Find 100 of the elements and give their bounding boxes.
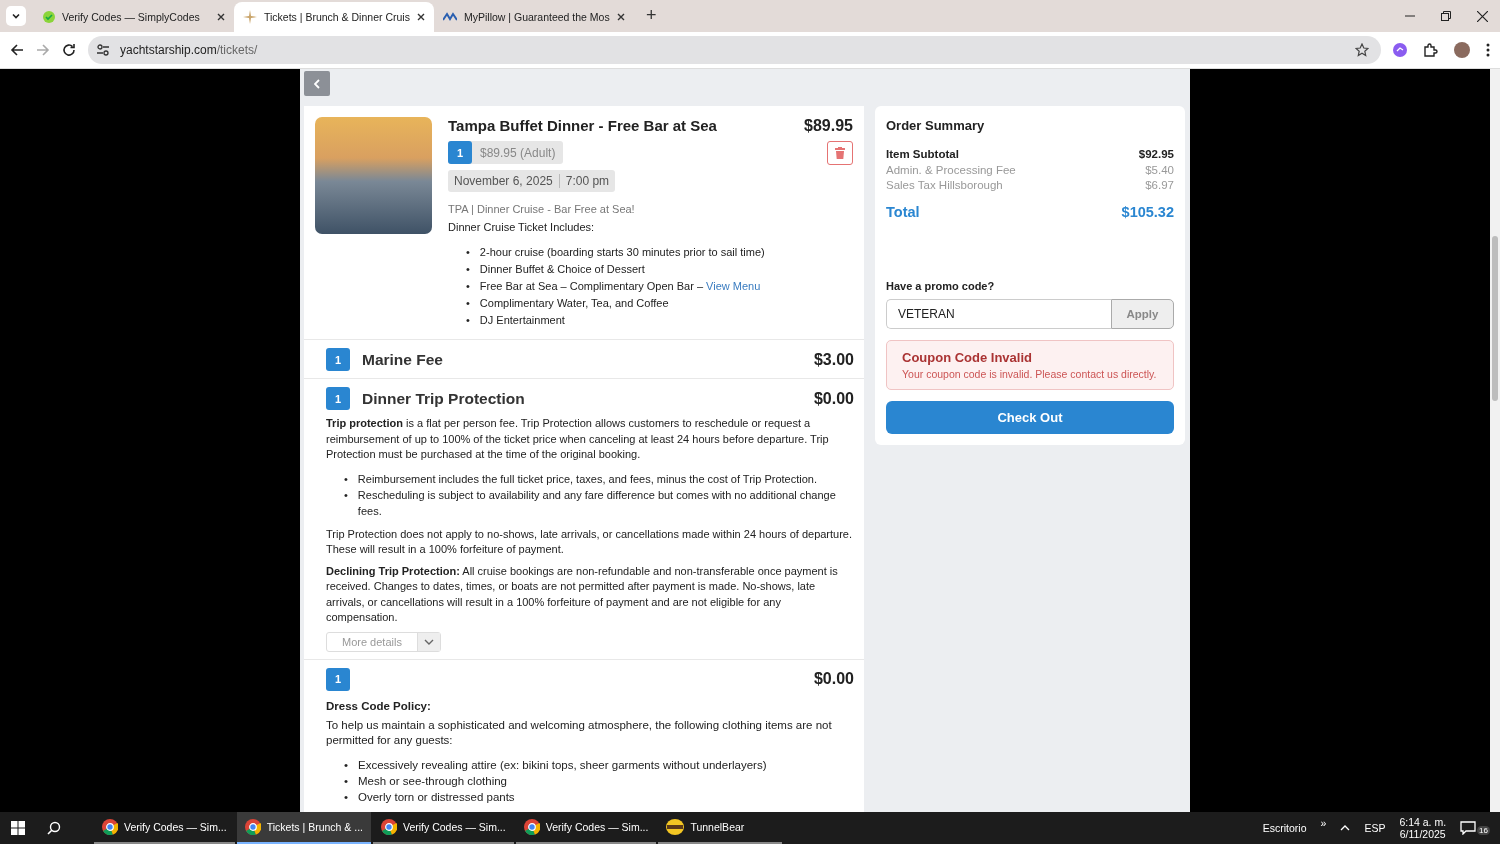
total-label: Total xyxy=(886,203,920,220)
summary-amount: $92.95 xyxy=(1138,147,1174,162)
language-indicator[interactable]: ESP xyxy=(1364,822,1386,834)
chevron-left-icon xyxy=(314,78,320,89)
fee-price: $0.00 xyxy=(813,389,854,408)
fee-name: Marine Fee xyxy=(362,350,443,369)
policy-paragraph: Trip Protection does not apply to no-shows, late arrivals, or cancellations made within 24 hours of departure. These will result in a 100% forfeiture of payment. xyxy=(326,526,854,557)
restore-icon[interactable] xyxy=(1441,11,1451,21)
close-icon[interactable] xyxy=(417,13,425,21)
browser-tab[interactable]: MyPillow | Guaranteed the Mos xyxy=(434,2,634,32)
taskbar-app[interactable]: TunnelBear xyxy=(658,812,783,844)
chrome-icon xyxy=(523,819,540,835)
bullet: • xyxy=(344,471,348,487)
policy-item: Reimbursement includes the full ticket price, taxes, and fees, minus the cost of Trip Protection. xyxy=(357,471,818,487)
taskbar-app[interactable]: Verify Codes — Sim... xyxy=(94,812,235,844)
back-arrow-icon[interactable] xyxy=(10,43,24,57)
included-item: Dinner Buffet & Choice of Dessert xyxy=(479,262,645,277)
overflow-chevron[interactable]: » xyxy=(1320,817,1327,829)
reload-icon[interactable] xyxy=(62,43,76,57)
url-text: yachtstarship.com/tickets/ xyxy=(120,43,258,57)
chevron-down-icon xyxy=(423,638,434,645)
taskbar-app[interactable]: Tickets | Brunch & ... xyxy=(236,812,371,844)
star-icon[interactable] xyxy=(1355,43,1369,57)
puzzle-icon[interactable] xyxy=(1423,42,1438,58)
chrome-icon xyxy=(244,819,261,835)
summary-label: Admin. & Processing Fee xyxy=(886,162,1016,178)
included-item: Complimentary Water, Tea, and Coffee xyxy=(479,296,669,311)
policy-item: Excessively revealing attire (ex: bikini tops, sheer garments without underlayers) xyxy=(358,757,767,773)
bullet: • xyxy=(466,279,470,294)
chrome-icon xyxy=(381,819,397,835)
more-icon[interactable] xyxy=(1486,43,1490,57)
tune-icon[interactable] xyxy=(96,43,110,57)
desktop-label[interactable]: Escritorio xyxy=(1262,822,1307,834)
ticket-quantity[interactable]: 1 $89.95 (Adult) xyxy=(448,141,564,164)
notification-button[interactable]: 16 xyxy=(1460,821,1490,835)
search-icon[interactable] xyxy=(47,821,61,835)
summary-amount: $6.97 xyxy=(1145,178,1174,193)
taskbar-app[interactable]: Verify Codes — Sim... xyxy=(373,812,514,844)
fee-name: Dinner Trip Protection xyxy=(362,389,525,408)
policy-item: Rescheduling is subject to availability and any fare difference but comes with no additional change fees. xyxy=(357,487,837,519)
summary-amount: $5.40 xyxy=(1145,162,1174,178)
browser-tab[interactable]: Tickets | Brunch & Dinner Cruis xyxy=(234,2,434,32)
caret-icon xyxy=(11,11,21,21)
included-item: Free Bar at Sea – Complimentary Open Bar – View Menu xyxy=(479,279,761,294)
item-title: Tampa Buffet Dinner - Free Bar at Sea xyxy=(448,117,717,134)
chat-bubble-icon xyxy=(1460,821,1477,835)
tab-search-button[interactable] xyxy=(6,6,26,26)
included-item: 2-hour cruise (boarding starts 30 minutes prior to sail time) xyxy=(479,245,765,260)
alert-message: Your coupon code is invalid. Please contact us directly. xyxy=(902,367,1158,380)
summary-label: Sales Tax Hillsborough xyxy=(886,178,1003,193)
bullet: • xyxy=(466,313,470,328)
wave-logo-icon xyxy=(443,12,457,22)
close-icon[interactable] xyxy=(617,13,625,21)
bullet: • xyxy=(344,789,349,805)
item-price: $89.95 xyxy=(804,117,853,135)
quantity-badge: 1 xyxy=(326,387,350,410)
quantity-badge: 1 xyxy=(326,348,350,371)
windows-start-icon[interactable] xyxy=(11,821,25,835)
policy-item: Mesh or see-through clothing xyxy=(358,773,507,789)
policy-paragraph: Declining Trip Protection: All cruise bookings are non-refundable and non-transferable once payment is received. Changes to dates, times, or boats are not permitted after payment is made. No-shows, late arrivals, or cancellations will result in a 100% forfeiture of payment and are not eligible for any compensation. xyxy=(326,563,839,625)
bullet: • xyxy=(344,487,348,503)
chrome-icon xyxy=(102,819,118,835)
extension-logo-icon[interactable] xyxy=(1393,43,1407,57)
included-item: DJ Entertainment xyxy=(479,313,565,328)
summary-label: Item Subtotal xyxy=(886,147,959,162)
back-button[interactable] xyxy=(304,71,330,96)
summary-title: Order Summary xyxy=(886,118,986,133)
taskbar-app[interactable]: Verify Codes — Sim... xyxy=(515,812,657,844)
policy-heading: Dress Code Policy: xyxy=(326,699,432,712)
close-icon[interactable] xyxy=(1477,10,1488,22)
item-subtitle: TPA | Dinner Cruise - Bar Free at Sea! xyxy=(448,203,636,215)
policy-paragraph: To help us maintain a sophisticated and welcoming atmosphere, the following clothing items are not permitted for any guests: xyxy=(326,717,833,748)
bullet: • xyxy=(344,757,349,773)
policy-item: Overly torn or distressed pants xyxy=(358,789,515,805)
fee-price: $3.00 xyxy=(813,350,854,369)
bullet: • xyxy=(466,296,470,311)
bullet: • xyxy=(466,245,470,260)
alert-title: Coupon Code Invalid xyxy=(902,349,1033,365)
total-amount: $105.32 xyxy=(1121,203,1174,220)
trash-icon xyxy=(835,147,845,159)
checkout-button[interactable]: Check Out xyxy=(886,400,1174,434)
date-time-badge: November 6, 2025 7:00 pm xyxy=(448,170,616,192)
address-bar[interactable]: yachtstarship.com/tickets/ xyxy=(88,36,1381,64)
scrollbar[interactable] xyxy=(1490,69,1500,812)
delete-button[interactable] xyxy=(827,141,853,165)
quantity-badge: 1 xyxy=(326,667,350,691)
bullet: • xyxy=(344,773,349,789)
clock[interactable]: 6:14 a. m. 6/11/2025 xyxy=(1399,816,1447,840)
new-tab-button[interactable]: + xyxy=(642,5,661,26)
compass-star-icon xyxy=(243,10,257,24)
promo-code-field[interactable]: VETERAN xyxy=(886,298,1111,329)
caret-up-icon[interactable] xyxy=(1340,825,1351,831)
includes-heading: Dinner Cruise Ticket Includes: xyxy=(448,221,596,233)
browser-tab[interactable]: Verify Codes — SimplyCodes xyxy=(34,2,234,32)
view-menu-link[interactable]: View Menu xyxy=(706,280,761,292)
check-circle-icon xyxy=(43,11,55,23)
fee-price: $0.00 xyxy=(813,670,854,688)
policy-paragraph: Trip protection is a flat per person fee. Trip Protection allows customers to reschedule or request a reimbursement of up to 100% of the ticket price when canceling at least 24 hours before departure. Trip Protection must be purchased at the time of the original booking. xyxy=(326,416,830,462)
avatar-icon[interactable] xyxy=(1454,42,1470,58)
close-icon[interactable] xyxy=(217,13,225,21)
